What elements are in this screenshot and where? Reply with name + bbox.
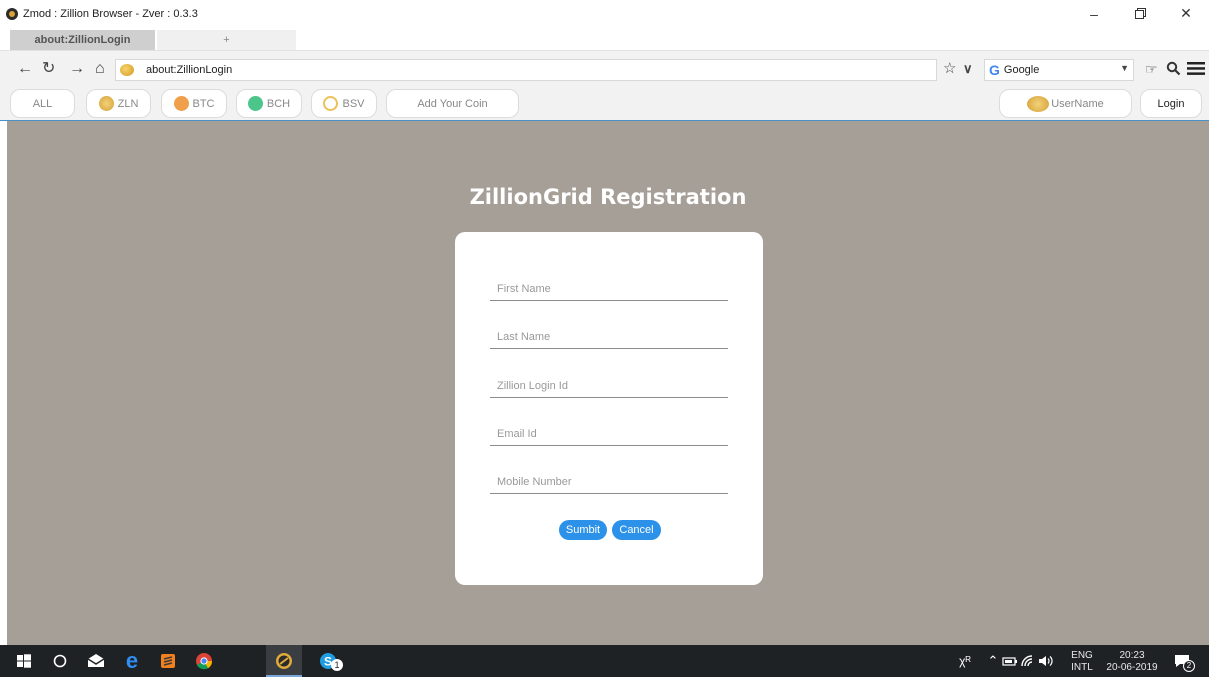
language-bottom: INTL	[1071, 662, 1093, 673]
search-engine-label: Google	[1003, 64, 1040, 76]
minimize-icon: –	[1090, 5, 1098, 22]
zln-coin-icon	[98, 96, 114, 111]
chrome-icon[interactable]	[194, 651, 214, 671]
clock[interactable]: 20:23 20-06-2019	[1100, 650, 1164, 674]
dropdown-caret-icon: ▼	[1120, 63, 1129, 73]
back-arrow-icon[interactable]: ←	[17, 59, 33, 79]
zillion-browser-icon[interactable]	[274, 651, 294, 671]
mail-icon[interactable]	[86, 651, 106, 671]
coin-all-label: ALL	[32, 97, 53, 110]
bch-coin-icon	[247, 96, 263, 111]
window-title: Zmod : Zillion Browser - Zver : 0.3.3	[23, 7, 198, 20]
wifi-icon[interactable]	[1018, 651, 1038, 671]
taskbar: e S 1 χᴿ ⌃ ENG INTL 20:23 20-06-2019 2	[0, 645, 1209, 677]
language-top: ENG	[1071, 650, 1093, 661]
page-content: ZillionGrid Registration Sumbit Cancel	[7, 121, 1209, 645]
username-label: UserName	[1051, 97, 1104, 110]
coin-zln-label: ZLN	[117, 97, 139, 110]
forward-arrow-icon[interactable]: →	[69, 59, 85, 79]
login-label: Login	[1157, 97, 1185, 110]
chevron-down-icon[interactable]: ∨	[963, 59, 973, 79]
action-center-button[interactable]: 2	[1172, 651, 1195, 672]
first-name-input[interactable]	[490, 277, 728, 301]
cancel-button[interactable]: Cancel	[612, 520, 661, 540]
title-bar: Zmod : Zillion Browser - Zver : 0.3.3 – …	[0, 0, 1209, 27]
search-circle-icon[interactable]	[50, 651, 70, 671]
zoom-icon[interactable]	[1166, 61, 1181, 76]
star-icon[interactable]: ☆	[943, 59, 956, 79]
new-tab-button[interactable]: +	[157, 30, 296, 50]
home-icon[interactable]: ⌂	[95, 59, 105, 79]
coin-bar: ALL ZLN BTC BCH BSV Add Your Coin UserNa…	[0, 87, 1209, 121]
app-logo-icon	[6, 7, 18, 20]
login-button[interactable]: Login	[1140, 89, 1202, 118]
login-id-input[interactable]	[490, 374, 728, 398]
tab-strip: about:ZillionLogin +	[0, 27, 1209, 50]
add-coin-button[interactable]: Add Your Coin	[386, 89, 519, 118]
site-coin-icon	[120, 64, 134, 76]
restore-button[interactable]	[1117, 0, 1163, 27]
reload-icon[interactable]: ↻	[42, 59, 55, 79]
btc-coin-icon	[173, 96, 189, 111]
coin-zln-button[interactable]: ZLN	[86, 89, 151, 118]
coin-bch-label: BCH	[266, 97, 291, 110]
mobile-number-input[interactable]	[490, 470, 728, 494]
tab-zillion-login[interactable]: about:ZillionLogin	[10, 30, 155, 50]
page-title: ZillionGrid Registration	[469, 185, 747, 209]
coin-btc-label: BTC	[192, 97, 215, 110]
edge-browser-icon[interactable]: e	[122, 648, 142, 673]
minimize-button[interactable]: –	[1071, 0, 1117, 27]
people-icon[interactable]: χᴿ	[955, 651, 975, 671]
close-button[interactable]: ✕	[1163, 0, 1209, 27]
restore-icon	[1134, 8, 1146, 19]
search-engine-select[interactable]: G Google ▼	[984, 59, 1134, 81]
window-controls: – ✕	[1071, 0, 1209, 27]
coin-all-button[interactable]: ALL	[10, 89, 75, 118]
address-bar[interactable]: about:ZillionLogin	[115, 59, 937, 81]
browser-window: Zmod : Zillion Browser - Zver : 0.3.3 – …	[0, 0, 1209, 677]
coin-btc-button[interactable]: BTC	[161, 89, 227, 118]
bsv-coin-icon	[323, 96, 339, 111]
email-input[interactable]	[490, 422, 728, 446]
coin-bsv-button[interactable]: BSV	[311, 89, 377, 118]
coin-bsv-label: BSV	[342, 97, 365, 110]
skype-button[interactable]: S 1	[318, 651, 343, 671]
clock-date: 20-06-2019	[1106, 662, 1158, 673]
clock-time: 20:23	[1119, 650, 1145, 661]
close-icon: ✕	[1180, 5, 1192, 21]
submit-button[interactable]: Sumbit	[559, 520, 607, 540]
url-text: about:ZillionLogin	[146, 64, 233, 76]
skype-badge: 1	[331, 659, 343, 671]
menu-icon[interactable]	[1187, 61, 1205, 76]
username-field[interactable]: UserName	[999, 89, 1132, 118]
windows-start-icon[interactable]	[14, 651, 34, 671]
hand-icon[interactable]: ☞	[1145, 59, 1158, 79]
volume-icon[interactable]	[1036, 651, 1056, 671]
sublime-text-icon[interactable]	[158, 651, 178, 671]
google-logo-icon: G	[989, 62, 1000, 78]
user-coin-icon	[1027, 95, 1050, 112]
language-indicator[interactable]: ENG INTL	[1070, 650, 1094, 674]
battery-icon[interactable]	[1000, 651, 1020, 671]
registration-card: Sumbit Cancel	[455, 232, 763, 585]
navigation-bar: ← ↻ → ⌂ about:ZillionLogin ☆ ∨ G Google …	[0, 50, 1209, 87]
coin-bch-button[interactable]: BCH	[236, 89, 302, 118]
add-coin-label: Add Your Coin	[417, 97, 488, 110]
notification-badge: 2	[1183, 660, 1195, 672]
last-name-input[interactable]	[490, 325, 728, 349]
